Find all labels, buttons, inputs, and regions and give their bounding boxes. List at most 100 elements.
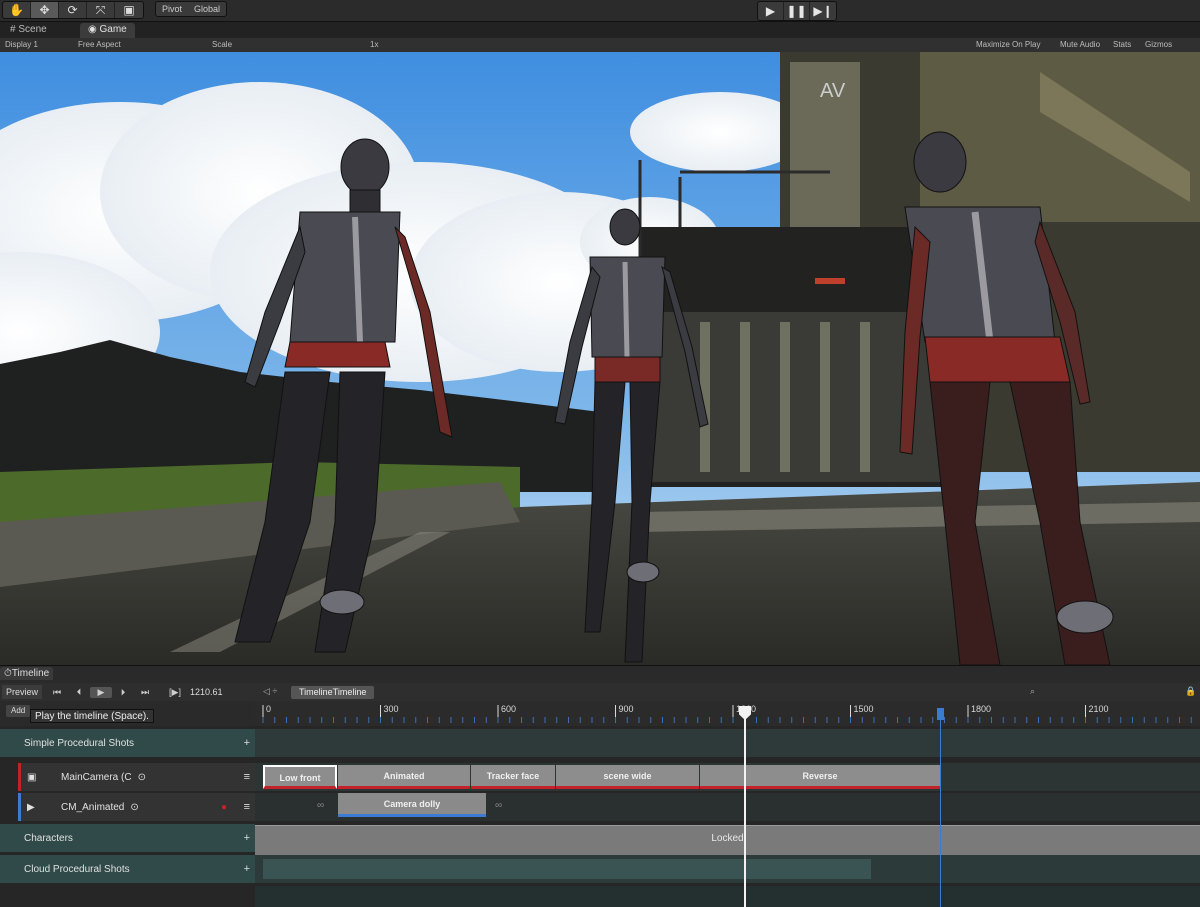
stats-toggle[interactable]: Stats: [1113, 40, 1131, 49]
clip-camera-dolly[interactable]: Camera dolly: [338, 793, 486, 817]
infinite-icon: ∞: [317, 800, 325, 811]
lane-cm-animated: ∞ Camera dolly ∞: [255, 793, 1200, 821]
target-icon[interactable]: ⊙: [130, 802, 138, 813]
lane-main-camera: Low front Animated Tracker face scene wi…: [255, 763, 1200, 791]
clip-low-front[interactable]: Low front: [263, 765, 337, 789]
global-button[interactable]: Global: [188, 2, 226, 16]
svg-text:AV: AV: [820, 80, 846, 102]
group-lane-cloud: [255, 855, 1200, 883]
timeline-tab[interactable]: ⏱Timeline: [0, 667, 54, 680]
end-marker-handle[interactable]: [937, 708, 944, 720]
prev-frame-icon[interactable]: ⏴: [68, 687, 90, 698]
track-group-label: Simple Procedural Shots: [24, 737, 135, 749]
locked-group-bar[interactable]: Locked: [255, 825, 1200, 855]
goto-end-icon[interactable]: ⏭: [134, 687, 156, 698]
time-ruler[interactable]: 03006009001200150018002100: [255, 701, 1200, 726]
camera-track-icon: ▣: [27, 771, 37, 783]
current-time-field[interactable]: 1210.61: [190, 687, 223, 697]
transform-tools: ✋ ✥ ⟳ ⤧ ▣: [2, 1, 144, 19]
ruler-tick-label: 1500: [854, 704, 874, 714]
nav-back-icon[interactable]: ◁ ÷: [263, 686, 277, 697]
pause-icon[interactable]: ❚❚: [784, 2, 810, 20]
animation-track-icon: ▶: [27, 801, 35, 813]
aspect-dropdown[interactable]: Free Aspect: [78, 40, 121, 49]
pivot-toggle-group: Pivot Global: [155, 1, 228, 17]
track-group-simple-procedural[interactable]: Simple Procedural Shots +: [0, 729, 255, 757]
lock-icon[interactable]: 🔒: [1185, 686, 1196, 697]
track-cm-animated[interactable]: ▶ CM_Animated ⊙ ● ≡: [18, 793, 255, 821]
track-group-characters[interactable]: Characters +: [0, 824, 255, 852]
next-frame-icon[interactable]: ⏵: [112, 687, 134, 698]
empty-lane: [255, 886, 1200, 907]
goto-start-icon[interactable]: ⏮: [46, 687, 68, 698]
step-icon[interactable]: ▶❙: [810, 2, 836, 20]
clip-tracker-face[interactable]: Tracker face: [471, 765, 555, 789]
ruler-tick-label: 900: [619, 704, 634, 714]
clip-reverse[interactable]: Reverse: [700, 765, 940, 789]
record-icon[interactable]: ●: [221, 802, 227, 813]
view-tabs: # Scene ◉ Game: [0, 22, 1200, 38]
game-view-toolbar: Display 1 Free Aspect Scale 1x Maximize …: [0, 38, 1200, 52]
playhead-line[interactable]: [744, 708, 746, 907]
clip-animated[interactable]: Animated: [338, 765, 470, 789]
play-controls: ▶ ❚❚ ▶❙: [757, 1, 837, 21]
clip-scene-wide[interactable]: scene wide: [556, 765, 699, 789]
add-icon[interactable]: +: [244, 863, 250, 875]
timeline-header: ⏱Timeline: [0, 666, 1200, 683]
timeline-asset-bar: ◁ ÷ TimelineTimeline ⌕ 🔒: [255, 683, 1200, 701]
move-icon[interactable]: ✥: [31, 2, 59, 18]
display-dropdown[interactable]: Display 1: [5, 40, 38, 49]
track-label-cm-animated: CM_Animated: [61, 801, 125, 813]
timeline-asset-name[interactable]: TimelineTimeline: [291, 686, 375, 699]
add-icon[interactable]: +: [244, 832, 250, 844]
rotate-icon[interactable]: ⟳: [59, 2, 87, 18]
zoom-icon[interactable]: ⌕: [1030, 686, 1035, 697]
gizmos-dropdown[interactable]: Gizmos: [1145, 40, 1172, 49]
tab-scene-label: Scene: [18, 24, 47, 35]
rect-icon[interactable]: ▣: [115, 2, 143, 18]
loop-icon[interactable]: [▶]: [164, 687, 186, 698]
ruler-ticks: 03006009001200150018002100: [262, 704, 1192, 723]
infinite-icon: ∞: [495, 800, 503, 811]
scale-label: Scale: [212, 40, 233, 49]
scale-value[interactable]: 1x: [370, 40, 378, 49]
ruler-tick-label: 1800: [971, 704, 991, 714]
ruler-tick-label: 2100: [1089, 704, 1109, 714]
timeline-window: ⏱Timeline Preview ⏮ ⏴ ▶ ⏵ ⏭ [▶] 1210.61 …: [0, 665, 1200, 907]
track-group-label: Characters: [24, 832, 73, 844]
track-main-camera[interactable]: ▣ MainCamera (C ⊙ ≡: [18, 763, 255, 791]
timeline-end-marker: [940, 708, 941, 907]
track-label-main-camera: MainCamera (C: [61, 771, 132, 783]
add-icon[interactable]: +: [244, 737, 250, 749]
group-lane-simple: [255, 729, 1200, 757]
timeline-tab-label: Timeline: [11, 668, 50, 679]
scale-icon[interactable]: ⤧: [87, 2, 115, 18]
add-track-button[interactable]: Add: [6, 705, 31, 717]
track-area: Simple Procedural Shots + ▣ MainCamera (…: [0, 726, 1200, 907]
pivot-button[interactable]: Pivot: [156, 2, 188, 16]
track-group-label: Cloud Procedural Shots: [24, 863, 130, 875]
locked-label: Locked: [711, 833, 744, 844]
play-timeline-icon[interactable]: ▶: [90, 686, 113, 698]
tab-game[interactable]: ◉ Game: [80, 23, 135, 38]
add-row: Add Play the timeline (Space).: [0, 701, 255, 726]
track-group-cloud-procedural[interactable]: Cloud Procedural Shots +: [0, 855, 255, 883]
ruler-tick-label: 0: [266, 704, 271, 714]
timeline-controls: Preview ⏮ ⏴ ▶ ⏵ ⏭ [▶] 1210.61: [0, 683, 255, 701]
preview-button[interactable]: Preview: [2, 685, 43, 699]
track-menu-icon[interactable]: ≡: [244, 771, 250, 783]
hand-icon[interactable]: ✋: [3, 2, 31, 18]
target-icon[interactable]: ⊙: [138, 772, 146, 783]
ruler-tick-label: 600: [501, 704, 516, 714]
mute-audio-toggle[interactable]: Mute Audio: [1060, 40, 1100, 49]
game-viewport[interactable]: AV: [0, 52, 1200, 665]
play-icon[interactable]: ▶: [758, 2, 784, 20]
tab-game-label: Game: [99, 24, 127, 35]
cloud-group-bar[interactable]: [263, 859, 871, 879]
track-menu-icon[interactable]: ≡: [244, 801, 250, 813]
ruler-tick-label: 300: [384, 704, 399, 714]
tab-scene[interactable]: # Scene: [2, 23, 55, 38]
main-toolbar: ✋ ✥ ⟳ ⤧ ▣ Pivot Global ▶ ❚❚ ▶❙: [0, 0, 1200, 22]
play-tooltip: Play the timeline (Space).: [30, 709, 154, 723]
maximize-on-play-toggle[interactable]: Maximize On Play: [976, 40, 1040, 49]
